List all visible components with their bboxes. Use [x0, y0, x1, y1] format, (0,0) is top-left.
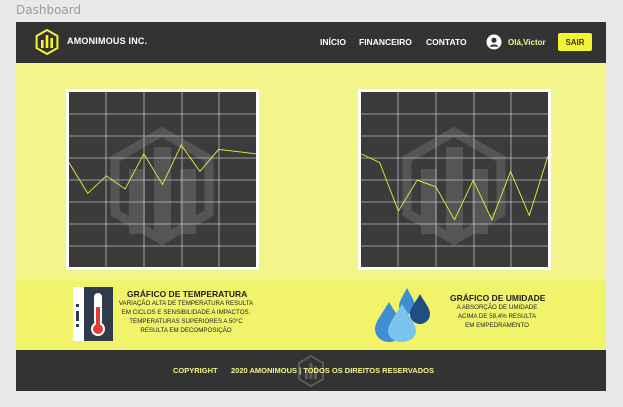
footer-rights: 2020 AMONIMOUS | TODOS OS DIREITOS RESER… — [231, 366, 434, 375]
temperature-chart — [69, 92, 256, 267]
humidity-title: GRÁFICO DE UMIDADE — [450, 293, 546, 303]
user-greeting: Olá,Victor — [508, 38, 546, 47]
info-band: GRÁFICO DE TEMPERATURA VARIAÇÃO ALTA DE … — [16, 280, 606, 350]
temperature-description: VARIAÇÃO ALTA DE TEMPERATURA RESULTA EM … — [118, 300, 254, 334]
page-footer: COPYRIGHT 2020 AMONIMOUS | TODOS OS DIRE… — [16, 350, 606, 391]
water-drops-icon — [375, 288, 430, 342]
humidity-description: A ABSORÇÃO DE UMIDADE ACIMA DE 59,4% RES… — [456, 304, 538, 329]
brand-name: AMONIMOUS INC. — [67, 36, 148, 46]
nav-inicio[interactable]: INÍCIO — [320, 37, 346, 47]
dashboard-frame: AMONIMOUS INC. INÍCIO FINANCEIRO CONTATO… — [16, 22, 606, 391]
humidity-chart-card — [358, 89, 551, 270]
thermometer-icon — [73, 287, 113, 341]
logout-button[interactable]: SAIR — [558, 33, 592, 51]
footer-copyright: COPYRIGHT — [173, 366, 218, 375]
temperature-chart-card — [66, 89, 259, 270]
canvas-label: Dashboard — [16, 3, 82, 17]
user-circle-icon[interactable] — [486, 34, 502, 50]
nav-contato[interactable]: CONTATO — [426, 37, 467, 47]
top-header: AMONIMOUS INC. INÍCIO FINANCEIRO CONTATO… — [16, 22, 606, 63]
bar-chart-logo-icon[interactable] — [34, 29, 60, 55]
humidity-chart — [361, 92, 548, 267]
temperature-title: GRÁFICO DE TEMPERATURA — [127, 289, 248, 299]
nav-financeiro[interactable]: FINANCEIRO — [359, 37, 412, 47]
